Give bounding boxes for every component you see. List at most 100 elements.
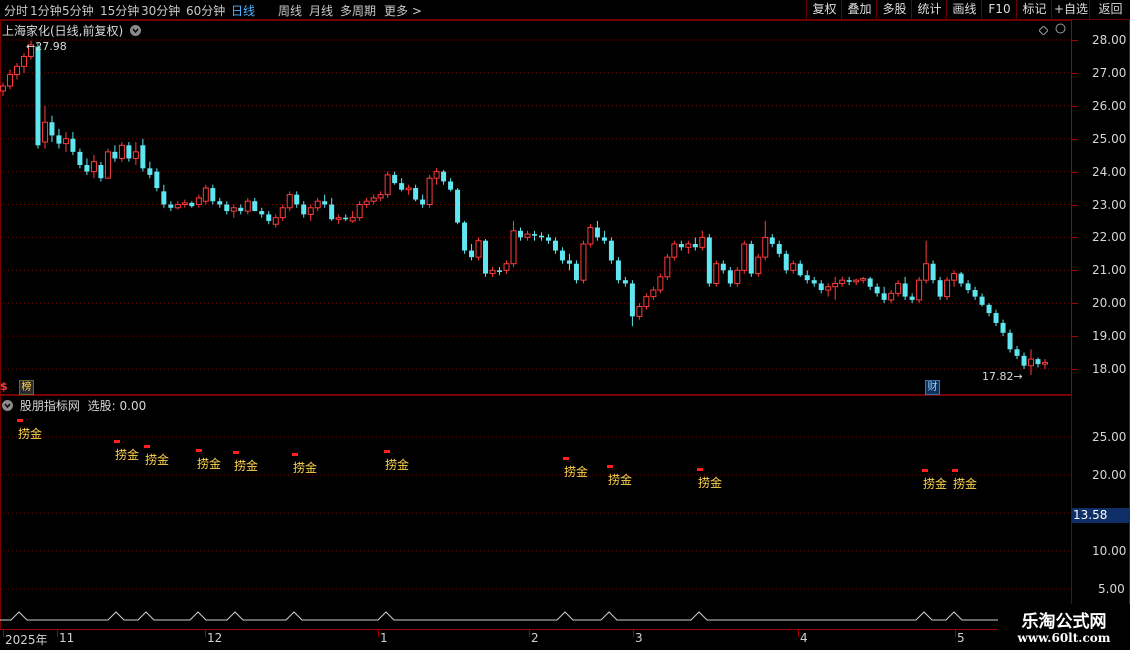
price-axis-label: 24.00 [1092, 164, 1127, 179]
toolbar-button-0[interactable]: 复权 [806, 0, 842, 19]
signal-label[interactable]: 捞金 [145, 451, 169, 468]
signal-chart[interactable] [0, 395, 1072, 630]
candle [462, 220, 468, 254]
candle [524, 230, 531, 241]
signal-marker [697, 468, 703, 471]
toolbar-button-3[interactable]: 统计 [911, 0, 947, 19]
bang-badge[interactable]: 榜 [19, 380, 34, 395]
toolbar-button-4[interactable]: 画线 [946, 0, 982, 19]
candle-body [140, 145, 146, 169]
period-tab-3[interactable]: 15分钟 [100, 2, 139, 19]
period-tab-1[interactable]: 1分钟 [30, 2, 62, 19]
candle-body [475, 240, 482, 258]
candle-body [1014, 349, 1020, 356]
candle [650, 286, 657, 300]
toolbar-button-1[interactable]: 叠加 [841, 0, 877, 19]
candle-body [392, 174, 398, 184]
signal-label[interactable]: 捞金 [197, 455, 221, 472]
signal-label[interactable]: 捞金 [564, 463, 588, 480]
candlestick-chart[interactable] [0, 20, 1072, 395]
signal-label[interactable]: 捞金 [698, 474, 722, 491]
period-tab-10[interactable]: 更多 > [384, 2, 422, 19]
candle [112, 145, 118, 162]
signal-label[interactable]: 捞金 [18, 425, 42, 442]
candle-body [720, 263, 726, 271]
candle-body [266, 214, 272, 221]
candle [566, 253, 572, 271]
indicator-axis-label: 10.00 [1092, 544, 1127, 558]
candle-body [587, 227, 594, 245]
candle [804, 270, 810, 284]
signal-label[interactable]: 捞金 [923, 475, 947, 492]
candle-body [13, 65, 20, 76]
candle [426, 174, 433, 208]
period-tab-8[interactable]: 月线 [309, 2, 333, 19]
candle [286, 191, 293, 212]
signal-label[interactable]: 捞金 [608, 471, 632, 488]
signal-label[interactable]: 捞金 [385, 456, 409, 473]
candle-body [483, 240, 489, 274]
candle-body [713, 263, 720, 284]
period-tab-9[interactable]: 多周期 [340, 2, 376, 19]
period-tab-4[interactable]: 30分钟 [141, 2, 180, 19]
toolbar-button-2[interactable]: 多股 [876, 0, 912, 19]
candle [13, 63, 20, 80]
signal-label[interactable]: 捞金 [234, 457, 258, 474]
candle-body [916, 279, 923, 301]
candle-body [559, 250, 565, 261]
candle [195, 194, 202, 208]
candle [734, 267, 741, 287]
price-axis-label: 19.00 [1092, 329, 1127, 344]
candle [1021, 352, 1027, 369]
candle [818, 280, 824, 294]
period-tab-2[interactable]: 5分钟 [62, 2, 94, 19]
toolbar: 分时 1分钟 5分钟 15分钟 30分钟 60分钟 日线 周线 月线 多周期 更多 > 复权 叠加 多股… [0, 0, 1130, 20]
candle-body [804, 275, 810, 281]
candle-body [867, 278, 873, 287]
date-label: 5 [957, 631, 965, 645]
dollar-badge[interactable]: $ [0, 380, 8, 393]
candle-body [881, 293, 887, 300]
signal-marker [233, 451, 239, 454]
signal-label[interactable]: 捞金 [293, 459, 317, 476]
candle-body [909, 296, 915, 300]
period-tab-0[interactable]: 分时 [4, 2, 28, 19]
candle-body [307, 207, 314, 215]
candle-body [951, 273, 958, 281]
toolbar-button-5[interactable]: F10 [981, 0, 1017, 19]
candle-body [727, 270, 733, 284]
candle-body [958, 273, 964, 284]
finance-badge[interactable]: 财 [925, 380, 940, 395]
signal-label[interactable]: 捞金 [115, 446, 139, 463]
candle [720, 260, 726, 274]
period-tab-5[interactable]: 60分钟 [186, 2, 225, 19]
toolbar-button-6[interactable]: 标记 [1016, 0, 1052, 19]
candle-body [986, 304, 992, 314]
toolbar-button-8[interactable]: 返回 [1089, 0, 1130, 19]
candle [392, 171, 398, 185]
period-tab-7[interactable]: 周线 [278, 2, 302, 19]
period-tab-6[interactable]: 日线 [231, 2, 255, 19]
candle-body [755, 256, 762, 275]
candle [846, 276, 852, 286]
candle [202, 184, 209, 205]
candle [147, 161, 153, 179]
signal-label[interactable]: 捞金 [953, 475, 977, 492]
date-tick [633, 629, 634, 637]
candle-body [636, 305, 643, 317]
price-axis-tick [1072, 40, 1078, 41]
candle [244, 197, 251, 215]
watermark: 乐淘公式网 www.60lt.com [998, 604, 1130, 650]
candle-body [62, 138, 69, 145]
candle [413, 184, 419, 202]
toolbar-button-7[interactable]: +自选 [1051, 0, 1090, 19]
candle-body [56, 135, 62, 144]
signal-marker [196, 449, 202, 452]
candle-body [433, 171, 440, 179]
candle-body [154, 171, 160, 189]
candle-body [370, 197, 377, 202]
candle-body [335, 217, 342, 220]
candle [0, 82, 6, 96]
candle [902, 276, 908, 300]
candle [161, 184, 167, 208]
